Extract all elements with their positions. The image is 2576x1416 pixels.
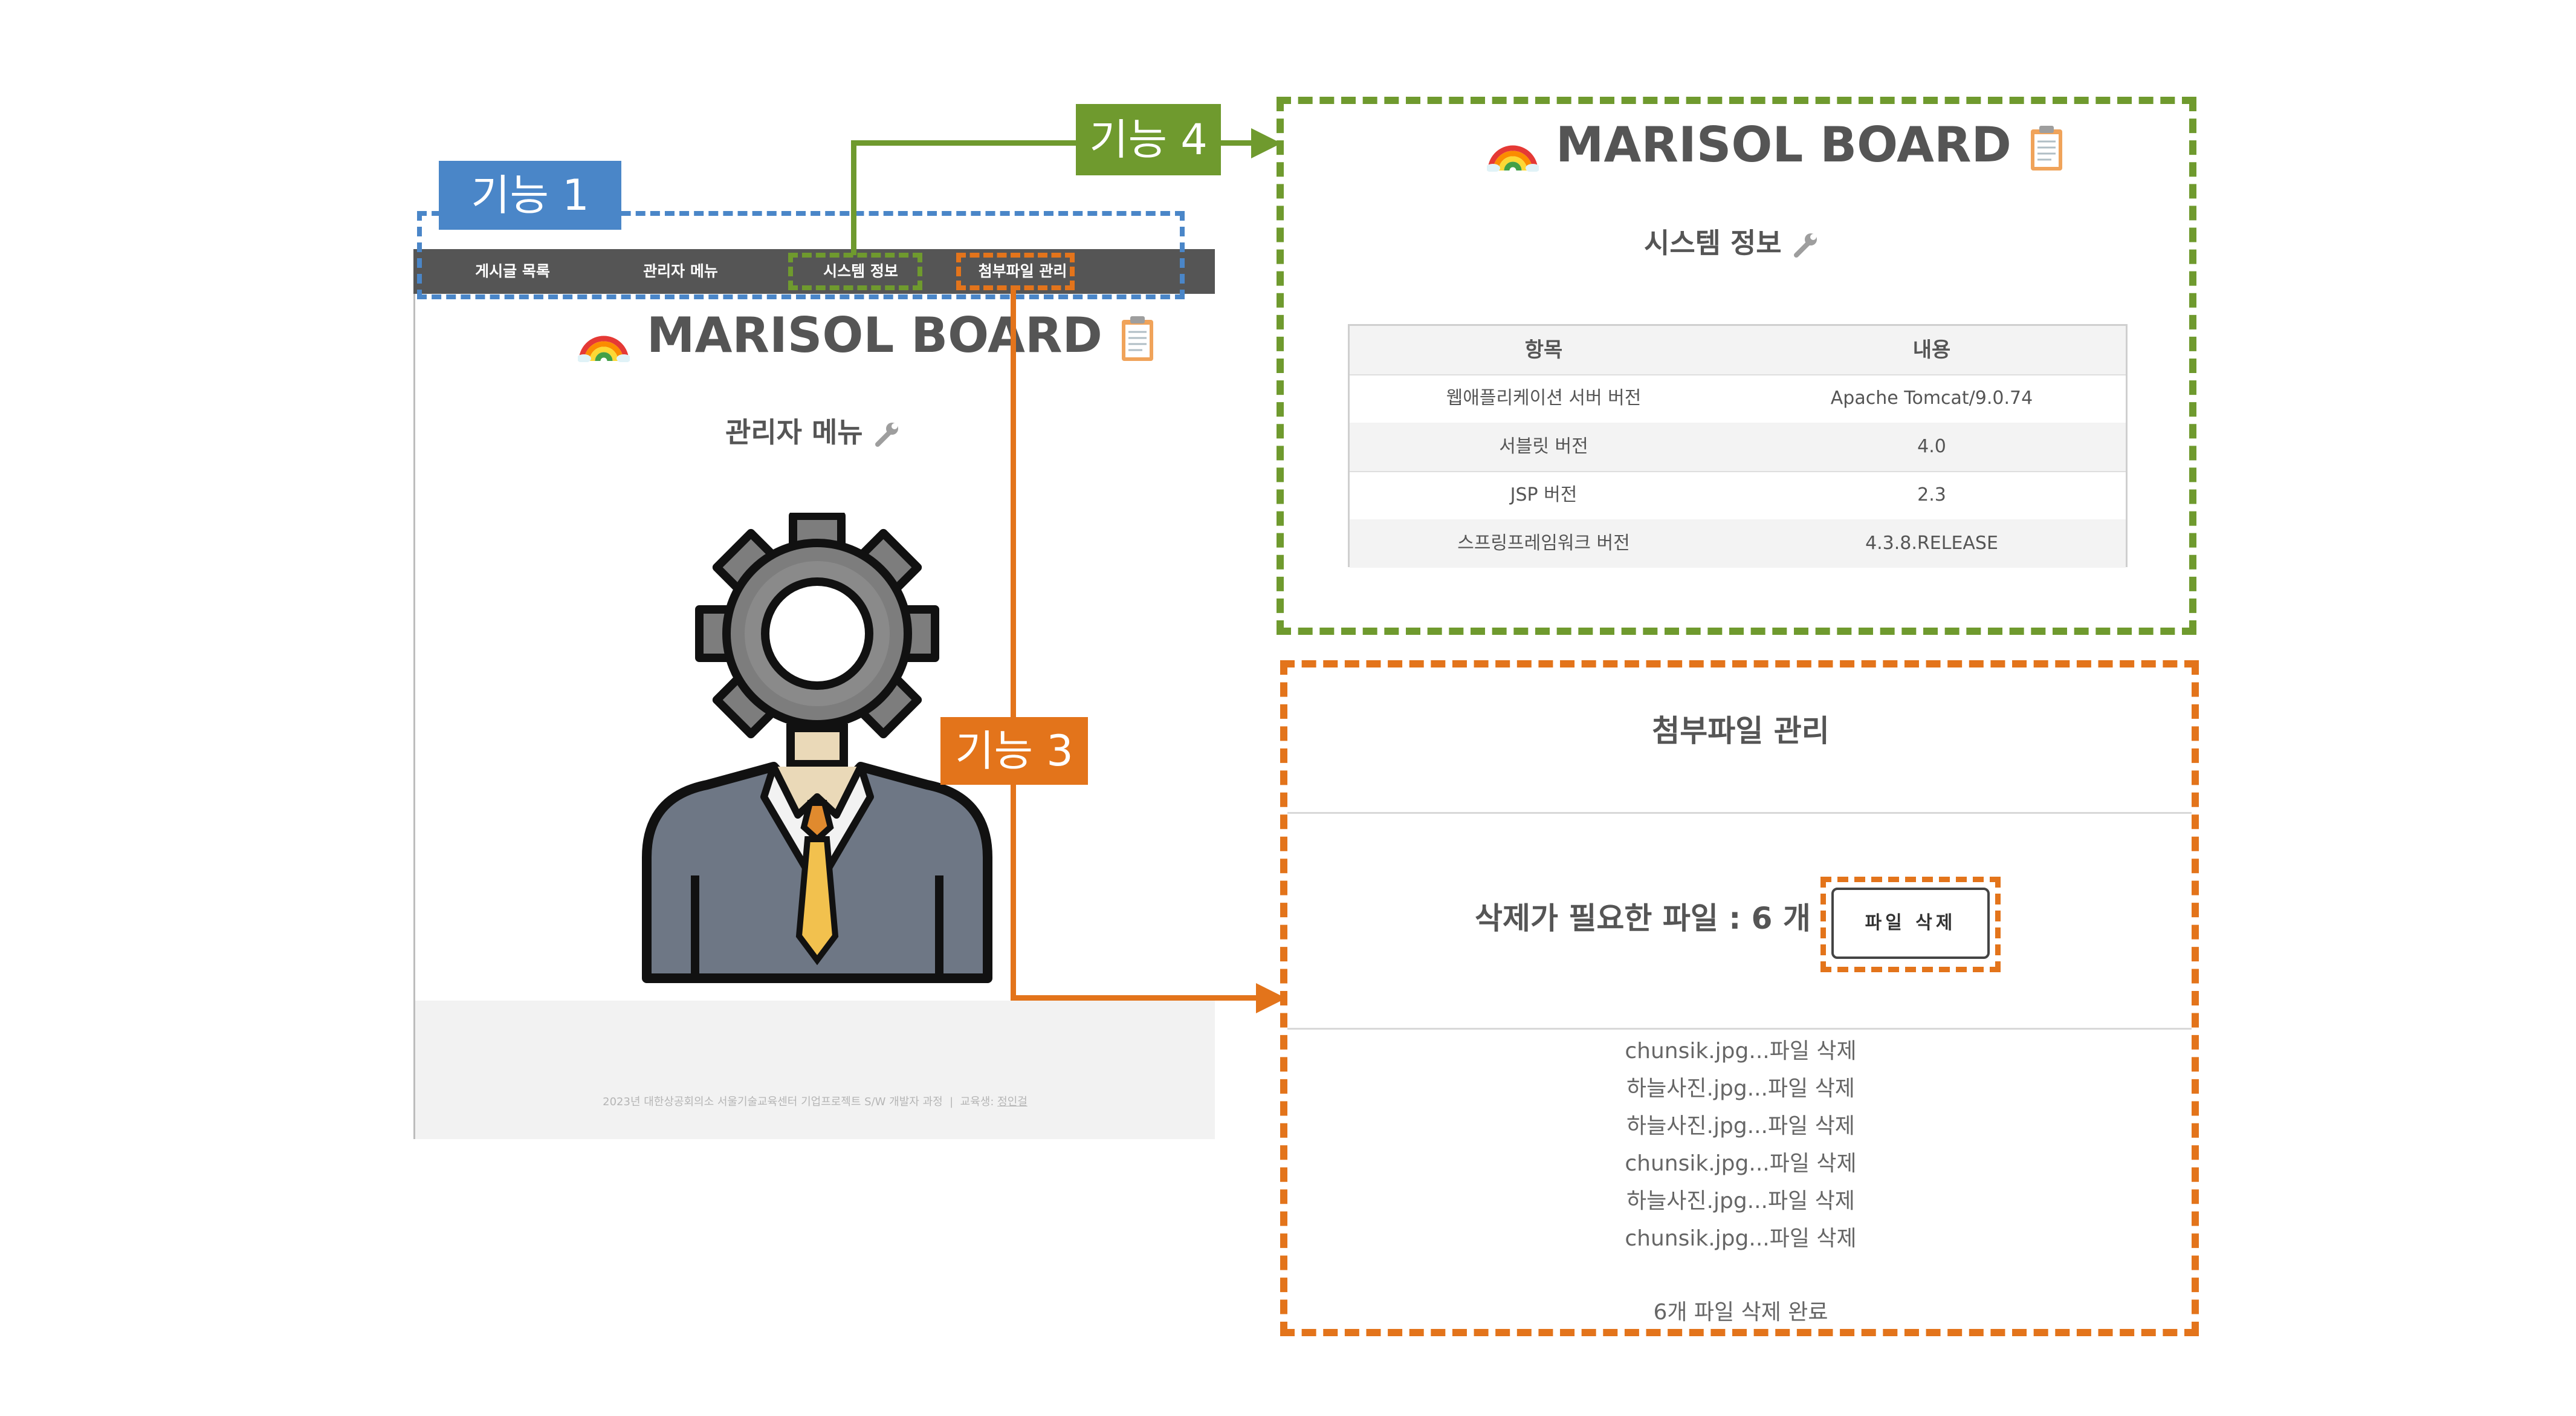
footer-author-link[interactable]: 정인걸 [997,1096,1027,1108]
delete-log-line: 하늘사진.jpg...파일 삭제 [1626,1114,1855,1138]
table-cell-value: Apache Tomcat/9.0.74 [1830,388,2033,409]
footer-text: 2023년 대한상공회의소 서울기술교육센터 기업프로젝트 S/W 개발자 과정… [415,1093,1215,1109]
table-cell-item: 스프링프레임워크 버전 [1457,533,1630,554]
delete-log-line: chunsik.jpg...파일 삭제 [1625,1226,1857,1251]
brand-logo-right[interactable]: MARISOL BOARD [1487,115,2065,175]
feature4-tag: 기능 4 [1076,104,1221,175]
table-row: JSP 버전 2.3 [1350,471,2126,521]
feature1-tag: 기능 1 [439,161,621,230]
rainbow-icon [578,336,630,363]
feature3-tag: 기능 3 [940,717,1088,785]
footer-course: 2023년 대한상공회의소 서울기술교육센터 기업프로젝트 S/W 개발자 과정 [603,1096,943,1108]
table-row: 서블릿 버전 4.0 [1350,423,2126,472]
clipboard-icon [1121,316,1153,362]
admin-menu-heading-text: 관리자 메뉴 [725,416,863,449]
table-header-item: 항목 [1524,338,1563,362]
orange-connector-horizontal [1011,995,1277,1001]
attachment-heading: 첨부파일 관리 [1652,713,1830,749]
table-header-content: 내용 [1912,338,1951,362]
rainbow-icon [1487,145,1539,172]
footer-label: 교육생: [960,1096,994,1108]
system-info-heading: 시스템 정보 [1644,225,1820,261]
table-cell-value: 4.3.8.RELEASE [1865,533,1998,554]
admin-page-footer [415,1001,1215,1139]
divider-bottom [1287,1028,2192,1030]
delete-summary: 6개 파일 삭제 완료 [1653,1300,1828,1325]
system-info-heading-text: 시스템 정보 [1644,227,1782,259]
table-cell-item: 웹애플리케이션 서버 버전 [1446,388,1642,409]
footer-separator: | [950,1096,954,1108]
table-header-row: 항목 내용 [1350,326,2126,375]
green-connector-vertical [851,140,856,255]
delete-log-line: 하늘사진.jpg...파일 삭제 [1626,1189,1855,1213]
wrench-icon [875,422,898,447]
files-to-delete-label: 삭제가 필요한 파일 : 6 개 [1475,901,1811,936]
divider-top [1287,812,2192,814]
delete-log-line: 하늘사진.jpg...파일 삭제 [1626,1076,1855,1101]
brand-logo-left[interactable]: MARISOL BOARD [578,305,1156,366]
table-cell-item: 서블릿 버전 [1499,436,1588,457]
orange-connector-vertical [1011,290,1016,1001]
table-row: 웹애플리케이션 서버 버전 Apache Tomcat/9.0.74 [1350,374,2126,424]
table-row: 스프링프레임워크 버전 4.3.8.RELEASE [1350,519,2126,568]
clipboard-icon [2030,126,2062,171]
table-cell-item: JSP 버전 [1510,484,1578,505]
delete-log-line: chunsik.jpg...파일 삭제 [1625,1151,1857,1176]
admin-menu-heading: 관리자 메뉴 [725,414,902,450]
brand-title-right: MARISOL BOARD [1555,117,2011,173]
attachment-highlight [956,253,1075,290]
delete-log-line: chunsik.jpg...파일 삭제 [1625,1039,1857,1064]
table-cell-value: 4.0 [1917,436,1946,457]
wrench-icon [1793,233,1817,258]
table-cell-value: 2.3 [1917,484,1946,505]
system-info-highlight [788,253,922,290]
system-info-table: 항목 내용 웹애플리케이션 서버 버전 Apache Tomcat/9.0.74… [1348,324,2128,568]
delete-button-highlight [1820,877,2001,972]
brand-title-left: MARISOL BOARD [646,307,1102,363]
